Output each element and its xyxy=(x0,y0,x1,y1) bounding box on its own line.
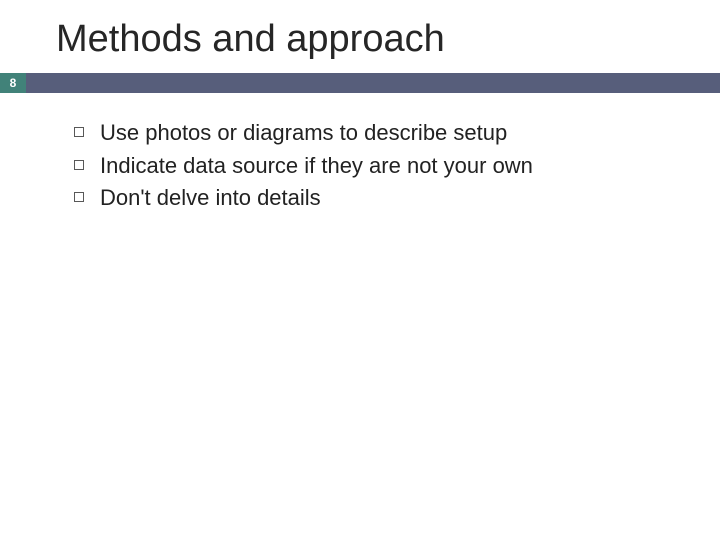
divider-bar: 8 xyxy=(0,73,720,93)
list-item: Don't delve into details xyxy=(74,184,680,213)
bullet-text: Indicate data source if they are not you… xyxy=(100,152,533,181)
square-bullet-icon xyxy=(74,192,84,202)
page-number-box: 8 xyxy=(0,73,26,93)
bullet-text: Don't delve into details xyxy=(100,184,321,213)
square-bullet-icon xyxy=(74,160,84,170)
square-bullet-icon xyxy=(74,127,84,137)
page-number: 8 xyxy=(10,76,17,90)
bullet-text: Use photos or diagrams to describe setup xyxy=(100,119,507,148)
slide-title: Methods and approach xyxy=(0,0,720,73)
list-item: Indicate data source if they are not you… xyxy=(74,152,680,181)
content-area: Use photos or diagrams to describe setup… xyxy=(0,93,720,213)
list-item: Use photos or diagrams to describe setup xyxy=(74,119,680,148)
